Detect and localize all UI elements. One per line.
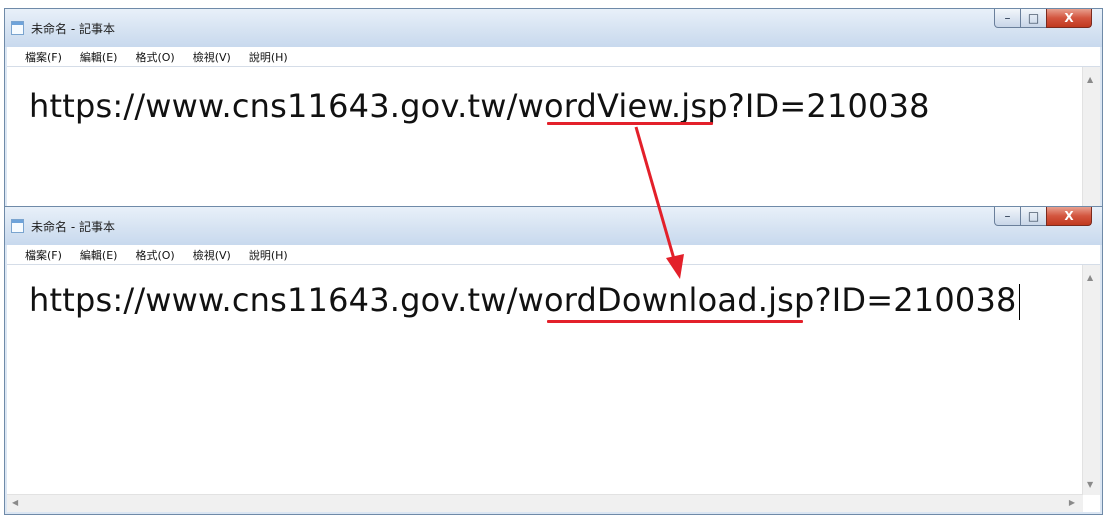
notepad-window-2: 未命名 - 記事本 – □ X 檔案(F) 編輯(E) 格式(O) 檢視(V) … <box>4 206 1103 515</box>
url-prefix: https://www.cns11643.gov.tw/ <box>29 87 518 125</box>
scroll-down-icon[interactable]: ▼ <box>1087 480 1093 489</box>
menu-view[interactable]: 檢視(V) <box>193 49 231 65</box>
url-suffix: .jsp?ID=210038 <box>670 87 930 125</box>
underline-worddownload <box>547 320 803 323</box>
url-suffix: .jsp?ID=210038 <box>757 281 1017 319</box>
caption-buttons: – □ X <box>994 207 1092 227</box>
scroll-up-icon[interactable]: ▲ <box>1087 75 1093 84</box>
url-highlight-wordview: wordView <box>517 87 671 125</box>
notepad-icon <box>11 21 24 35</box>
menu-format[interactable]: 格式(O) <box>135 247 174 263</box>
scroll-left-icon[interactable]: ◀ <box>12 498 18 507</box>
window-title: 未命名 - 記事本 <box>31 22 115 36</box>
maximize-button[interactable]: □ <box>1020 9 1047 28</box>
url-prefix: https://www.cns11643.gov.tw/ <box>29 281 518 319</box>
menu-file[interactable]: 檔案(F) <box>25 247 62 263</box>
menu-view[interactable]: 檢視(V) <box>193 247 231 263</box>
notepad-icon <box>11 219 24 233</box>
menu-edit[interactable]: 編輯(E) <box>80 49 118 65</box>
text-caret <box>1018 284 1020 320</box>
underline-wordview <box>547 122 713 125</box>
window-title: 未命名 - 記事本 <box>31 220 115 234</box>
minimize-button[interactable]: – <box>994 207 1021 226</box>
menu-bar: 檔案(F) 編輯(E) 格式(O) 檢視(V) 說明(H) <box>7 245 1100 265</box>
menu-bar: 檔案(F) 編輯(E) 格式(O) 檢視(V) 說明(H) <box>7 47 1100 67</box>
maximize-button[interactable]: □ <box>1020 207 1047 226</box>
menu-help[interactable]: 說明(H) <box>249 49 288 65</box>
url-text: https://www.cns11643.gov.tw/wordDownload… <box>29 281 1020 320</box>
scroll-up-icon[interactable]: ▲ <box>1087 273 1093 282</box>
url-text: https://www.cns11643.gov.tw/wordView.jsp… <box>29 87 930 125</box>
scroll-right-icon[interactable]: ▶ <box>1069 498 1075 507</box>
vertical-scrollbar[interactable]: ▲ <box>1082 67 1100 207</box>
menu-file[interactable]: 檔案(F) <box>25 49 62 65</box>
menu-format[interactable]: 格式(O) <box>135 49 174 65</box>
url-highlight-worddownload: wordDownload <box>517 281 758 319</box>
vertical-scrollbar[interactable]: ▲ ▼ <box>1082 265 1100 495</box>
text-area[interactable]: https://www.cns11643.gov.tw/wordDownload… <box>7 265 1100 512</box>
caption-buttons: – □ X <box>994 9 1092 29</box>
close-button[interactable]: X <box>1046 207 1092 226</box>
title-bar[interactable]: 未命名 - 記事本 – □ X <box>5 9 1102 47</box>
close-button[interactable]: X <box>1046 9 1092 28</box>
title-bar[interactable]: 未命名 - 記事本 – □ X <box>5 207 1102 245</box>
menu-edit[interactable]: 編輯(E) <box>80 247 118 263</box>
menu-help[interactable]: 說明(H) <box>249 247 288 263</box>
horizontal-scrollbar[interactable]: ◀ ▶ <box>7 494 1083 512</box>
minimize-button[interactable]: – <box>994 9 1021 28</box>
notepad-window-1: 未命名 - 記事本 – □ X 檔案(F) 編輯(E) 格式(O) 檢視(V) … <box>4 8 1103 210</box>
text-area[interactable]: https://www.cns11643.gov.tw/wordView.jsp… <box>7 67 1100 207</box>
